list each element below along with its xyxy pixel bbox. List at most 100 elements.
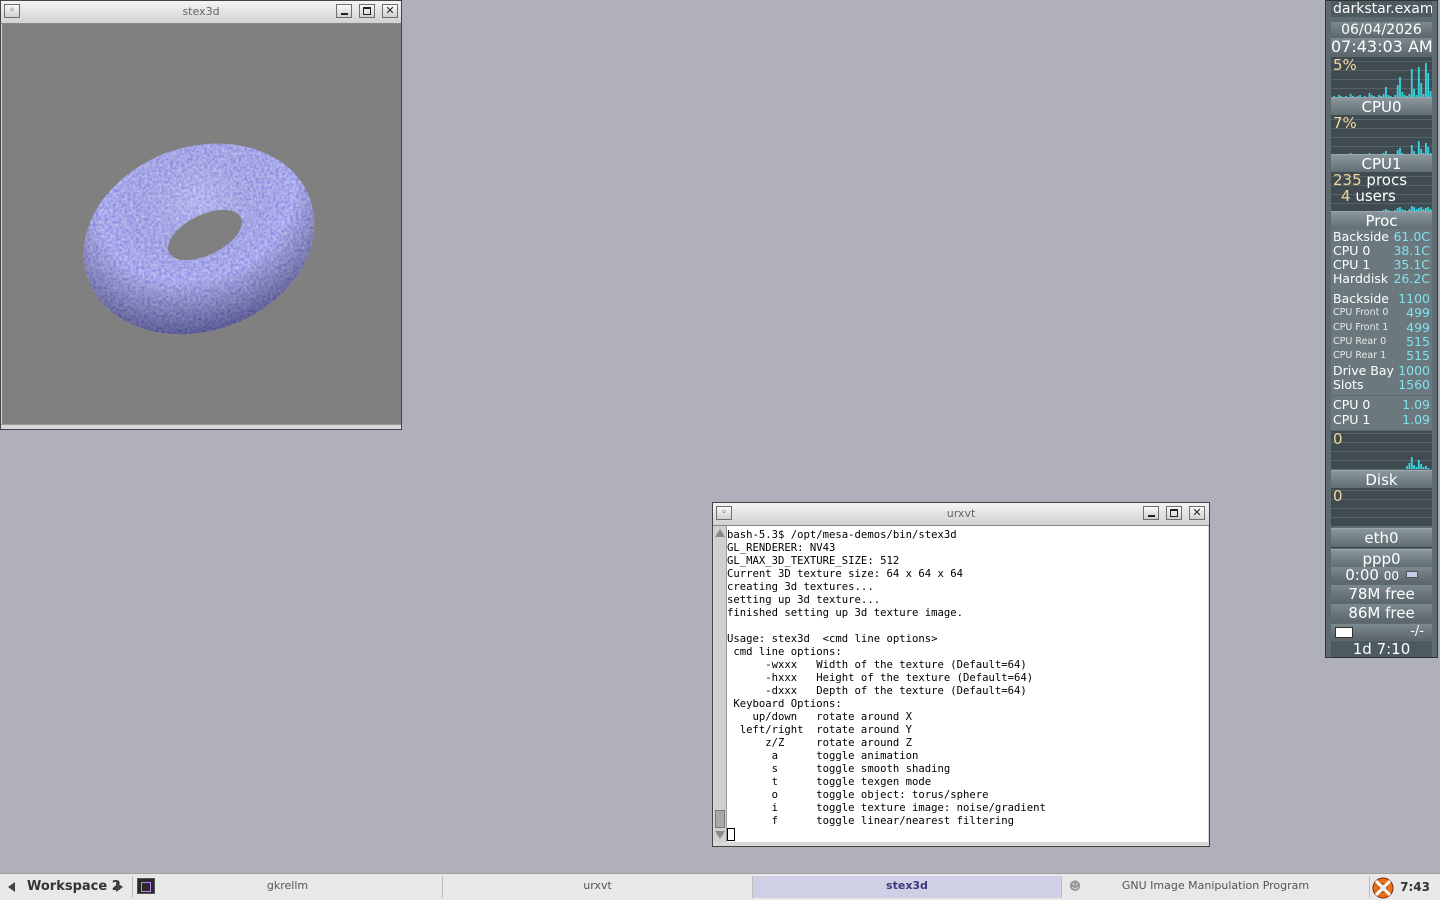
spark-bar [1406,466,1408,469]
eth0-label[interactable]: eth0 [1331,528,1432,548]
spark-bar [1425,63,1427,97]
users-count: 4 [1341,187,1351,205]
spark-bar [1385,87,1387,97]
net-value: 0 [1333,487,1343,505]
ppp-connect-button[interactable] [1405,571,1418,578]
workspace-prev-icon[interactable] [8,882,15,892]
sensor-row: Drive Bay 1000 [1333,362,1430,378]
sensor-name: CPU 1 [1333,412,1371,427]
spark-bar [1399,77,1401,97]
sensor-value: 38.1C [1393,243,1430,258]
sensor-name: Harddisk [1333,271,1389,286]
sensor-row: CPU Front 1 499 [1333,319,1430,335]
spark-bar [1417,141,1420,155]
workspace-next-icon[interactable] [116,882,123,892]
sensor-value: 61.0C [1393,229,1430,244]
scroll-down-icon[interactable] [715,831,725,839]
cpu0-percent: 5% [1333,56,1357,74]
proc-chart[interactable]: 235 procs 4 users [1331,172,1432,212]
disk-label[interactable]: Disk [1331,470,1432,490]
sensor-value: 1.09 [1402,412,1430,427]
sensor-name: CPU Rear 0 [1333,335,1387,347]
sensor-value: 35.1C [1393,257,1430,272]
spark-bar [1422,467,1425,469]
maximize-button[interactable] [1166,506,1182,520]
sensor-row: CPU Front 0 499 [1333,306,1430,320]
disk-sparkline [1406,457,1430,469]
task-gimp[interactable]: ☻ GNU Image Manipulation Program [1062,876,1370,898]
date: 06/04/2026 [1331,22,1432,38]
taskbar-clock[interactable]: 7:43 [1400,880,1430,894]
spark-bar [1413,465,1415,469]
spark-bar [1417,67,1420,97]
scrollbar-thumb[interactable] [715,810,725,828]
spark-bar [1427,468,1430,469]
sensor-name: CPU Rear 1 [1333,350,1387,362]
mail-panel[interactable]: -/- [1331,624,1432,640]
stex3d-titlebar[interactable]: ◦ stex3d ✕ [1,1,401,24]
maximize-button[interactable] [359,4,375,18]
window-title: urxvt [946,507,976,520]
envelope-icon[interactable] [1335,627,1353,638]
swap-free: 86M free [1331,604,1432,622]
tray-lifebuoy-icon[interactable] [1372,877,1394,899]
sensor-row: CPU Rear 1 515 [1333,349,1430,363]
cpu1-chart[interactable]: 7% [1331,115,1432,155]
workspace-name[interactable]: Workspace 2 [27,879,121,894]
cpu0-chart[interactable]: 5% [1331,57,1432,97]
taskbar: Workspace 2 gkrellm urxvt stex3d ☻ GNU I… [0,873,1440,900]
hostname: darkstar.exampl [1331,1,1432,17]
task-label: gkrellm [266,879,309,892]
sensor-value: 26.2C [1393,271,1430,286]
scroll-up-icon[interactable] [715,529,725,537]
spark-bar [1413,89,1415,97]
terminal-output[interactable]: bash-5.3$ /opt/mesa-demos/bin/stex3d GL_… [727,529,1046,843]
task-gkrellm[interactable]: gkrellm [132,876,443,898]
torus-render [62,124,342,364]
sensor-name: Backside [1333,291,1389,306]
net-chart[interactable]: 0 [1331,488,1432,526]
close-button[interactable]: ✕ [1189,506,1205,520]
terminal-window[interactable]: ◦ urxvt ✕ bash-5.3$ /opt/mesa-demos/bin/… [712,502,1210,847]
ppp-time2: 00 [1383,569,1399,583]
sensor-name: Backside [1333,229,1389,244]
task-stex3d[interactable]: stex3d [753,876,1062,898]
terminal-scrollbar[interactable] [714,526,727,842]
spark-bar [1417,460,1420,469]
sensor-row: CPU 0 1.09 [1333,398,1430,412]
mem-free: 78M free [1331,585,1432,603]
sensor-name: CPU Front 1 [1333,321,1389,333]
disk-chart[interactable]: 0 [1331,431,1432,469]
gkrellm-app-icon [137,878,155,894]
proc-label[interactable]: Proc [1331,211,1432,231]
task-urxvt[interactable]: urxvt [443,876,753,898]
sensor-row: Slots 1560 [1333,377,1430,392]
stex3d-window[interactable]: ◦ stex3d ✕ [0,0,402,430]
task-label: stex3d [886,879,928,892]
sensor-value: 1000 [1398,362,1430,378]
sensor-value: 499 [1406,319,1430,335]
gkrellm-monitor[interactable]: darkstar.exampl 06/04/2026 07:43:03 AM 5… [1325,0,1438,658]
sensor-name: CPU Front 0 [1333,307,1389,319]
sensor-row: CPU 1 35.1C [1333,258,1430,272]
spark-bar [1427,73,1430,97]
sensor-row: CPU Rear 0 515 [1333,334,1430,349]
task-label: urxvt [583,879,612,892]
close-button[interactable]: ✕ [382,4,398,18]
spark-bar [1408,463,1411,469]
terminal-body[interactable]: bash-5.3$ /opt/mesa-demos/bin/stex3d GL_… [714,526,1208,842]
sensor-name: CPU 0 [1333,243,1371,258]
sensor-value: 515 [1406,348,1430,364]
minimize-button[interactable] [1143,506,1159,520]
sensor-row: Backside 61.0C [1333,230,1430,244]
terminal-titlebar[interactable]: ◦ urxvt ✕ [713,503,1209,526]
gl-canvas[interactable] [2,24,401,426]
time: 07:43:03 AM [1331,38,1432,56]
minimize-button[interactable] [336,4,352,18]
users-word: users [1355,187,1396,205]
ppp-timer: 0:00 00 [1331,567,1432,583]
mail-status: -/- [1410,624,1424,639]
window-bottom-edge [1,424,401,429]
spark-bar [1420,83,1423,97]
close-icon: ✕ [1192,506,1202,519]
